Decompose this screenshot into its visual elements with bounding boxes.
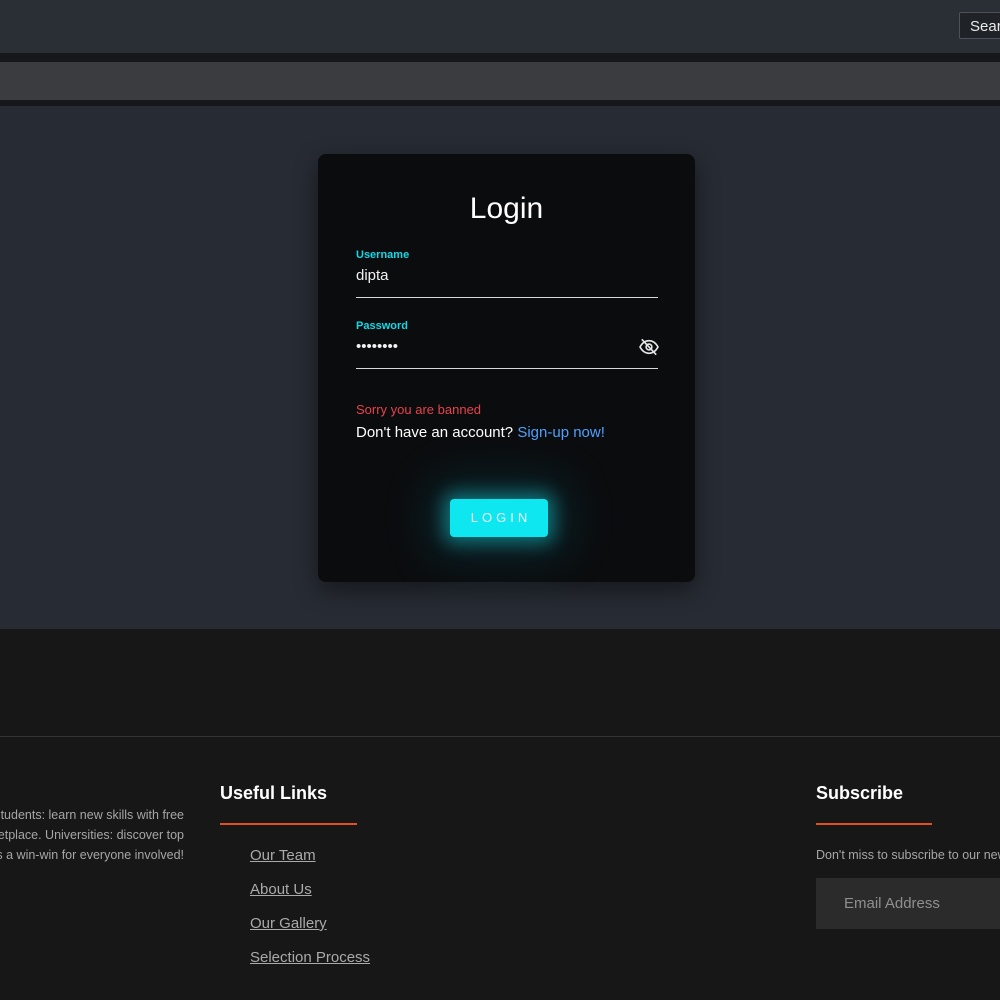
useful-links-heading: Useful Links: [220, 783, 328, 803]
footer-link-our-gallery[interactable]: Our Gallery: [250, 915, 327, 932]
error-message: Sorry you are banned: [356, 402, 482, 417]
about-text: Students: learn new skills with free mar…: [0, 805, 184, 865]
eye-slash-icon[interactable]: [638, 338, 660, 356]
footer-divider: [0, 736, 1000, 737]
footer-link-our-team[interactable]: Our Team: [250, 847, 316, 864]
signup-prompt: Don't have an account?: [356, 424, 514, 441]
about-line: talent. It's a win-win for everyone invo…: [0, 848, 184, 862]
login-card: Login Username dipta Password •••••••• S…: [318, 154, 695, 582]
about-line: marketplace. Universities: discover top: [0, 828, 184, 842]
subscribe-text: Don't miss to subscribe to our new feeds: [816, 848, 1000, 862]
username-input[interactable]: dipta: [356, 267, 616, 284]
subscribe-underline: [816, 823, 932, 825]
signup-prompt-row: Don't have an account? Sign-up now!: [356, 424, 605, 441]
top-navbar: Search: [0, 0, 1000, 53]
signup-link[interactable]: Sign-up now!: [517, 424, 605, 441]
login-button[interactable]: LOGIN: [450, 499, 548, 537]
search-button[interactable]: Search: [959, 12, 1000, 39]
username-underline: [356, 297, 658, 298]
password-underline: [356, 368, 658, 369]
secondary-nav-bar: [0, 62, 1000, 100]
password-input[interactable]: ••••••••: [356, 338, 616, 355]
footer-link-selection-process[interactable]: Selection Process: [250, 949, 370, 966]
username-label: Username: [356, 249, 410, 261]
navbar-divider: [0, 53, 1000, 62]
email-input[interactable]: [816, 878, 1000, 929]
useful-links-underline: [220, 823, 357, 825]
about-line: Students: learn new skills with free: [0, 808, 184, 822]
footer-link-about-us[interactable]: About Us: [250, 881, 312, 898]
subscribe-heading: Subscribe: [816, 783, 904, 803]
login-title: Login: [469, 192, 544, 225]
password-label: Password: [356, 320, 408, 332]
